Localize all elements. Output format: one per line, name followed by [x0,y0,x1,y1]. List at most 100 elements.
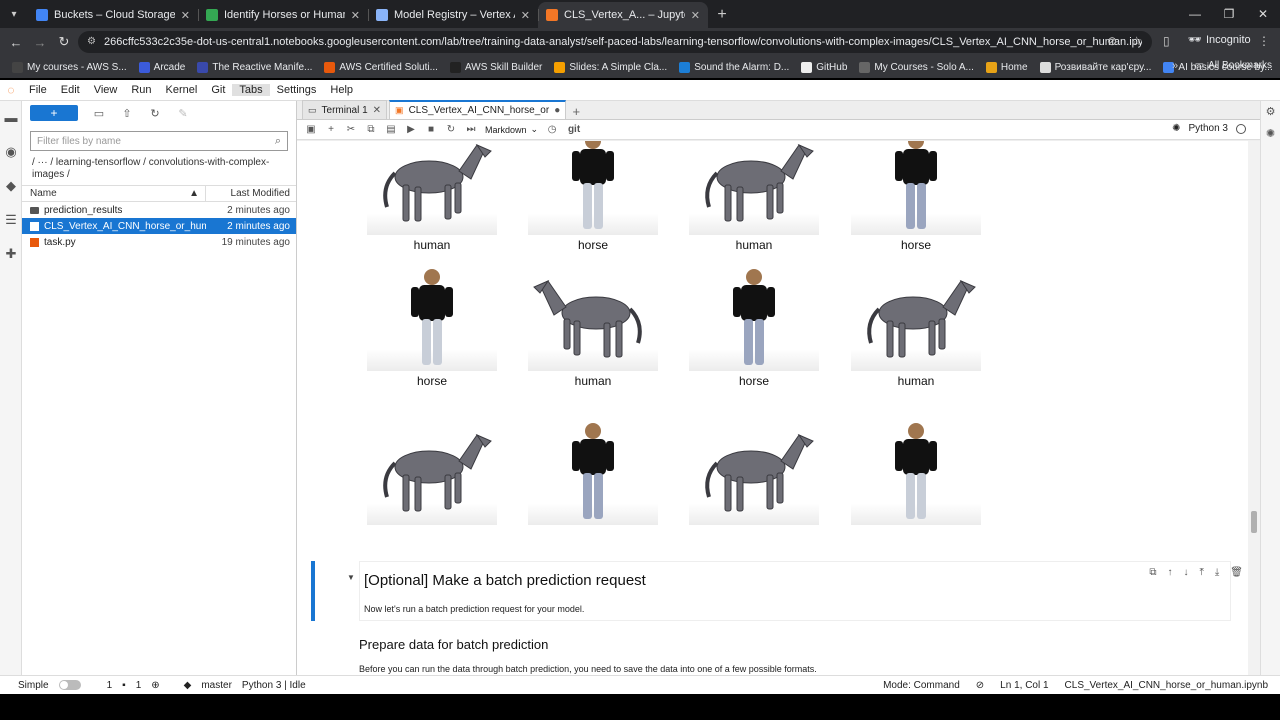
refresh-icon[interactable]: ↻ [148,107,162,120]
document-tab[interactable]: ▭ Terminal 1 ✕ [302,100,388,119]
bookmarks-overflow-icon[interactable]: » [1172,60,1178,72]
close-tab-icon[interactable]: ✕ [181,9,190,22]
bookmark-item[interactable]: My courses - AWS S... [6,61,133,73]
menu-tabs[interactable]: Tabs [232,84,270,96]
bookmark-star-icon[interactable]: ☆ [1131,34,1142,48]
menu-kernel[interactable]: Kernel [159,84,205,96]
close-window-icon[interactable]: ✕ [1246,0,1280,28]
add-tab-button[interactable]: + [568,104,584,119]
cursor-position[interactable]: Ln 1, Col 1 [1000,680,1048,691]
browser-tab[interactable]: Model Registry – Vertex AI – qw ✕ [368,2,538,28]
browser-tab[interactable]: Buckets – Cloud Storage – qwikl ✕ [28,2,198,28]
upload-icon[interactable]: ⇧ [120,107,134,120]
file-row[interactable]: task.py 19 minutes ago [22,234,296,250]
move-down-icon[interactable]: ↓ [1183,567,1188,578]
close-tab-icon[interactable]: ✕ [351,9,360,22]
duplicate-icon[interactable]: ⧉ [1149,567,1156,578]
git-branch[interactable]: master [201,680,232,691]
all-bookmarks[interactable]: ▭ All Bookmarks [1195,60,1272,71]
terminals-count[interactable]: 1 [107,680,113,691]
bookmark-item[interactable]: Sound the Alarm: D... [673,61,795,73]
cell-type-select[interactable]: Markdown ⌄ [485,124,538,135]
close-tab-icon[interactable]: ✕ [691,9,700,22]
bookmark-item[interactable]: Розвивайте кар'єру... [1034,61,1158,73]
menu-run[interactable]: Run [124,84,158,96]
restart-icon[interactable]: ↻ [445,124,457,135]
bookmark-item[interactable]: Home [980,61,1034,73]
close-tab-icon[interactable]: ✕ [521,9,530,22]
simple-mode-toggle[interactable] [58,680,81,690]
minimize-icon[interactable]: — [1178,0,1212,28]
bookmark-item[interactable]: My Courses - Solo A... [853,61,979,73]
bookmark-item[interactable]: Arcade [133,61,192,73]
menu-view[interactable]: View [87,84,125,96]
markdown-cell[interactable]: ▼ [Optional] Make a batch prediction req… [311,561,1243,621]
restore-icon[interactable]: ❐ [1212,0,1246,28]
git-clone-icon[interactable]: ✎ [176,107,190,120]
column-modified[interactable]: Last Modified [206,188,296,199]
tab-search-icon[interactable]: ▾ [0,0,28,28]
close-tab-icon[interactable]: ✕ [373,105,381,116]
insert-below-icon[interactable]: ⤓ [1215,567,1219,578]
back-icon[interactable]: ← [4,35,28,50]
address-bar[interactable]: ⚙ 266cffc533c2c35e-dot-us-central1.noteb… [78,31,1152,53]
forward-icon[interactable]: → [28,35,52,50]
document-tab[interactable]: ▣ CLS_Vertex_AI_CNN_horse_or ● [389,100,567,119]
sort-icon[interactable]: ▲ [189,188,199,199]
menu-help[interactable]: Help [323,84,360,96]
property-inspector-icon[interactable]: ⚙ [1261,101,1280,123]
kernel-status[interactable]: Python 3 | Idle [242,680,306,691]
file-row[interactable]: prediction_results 2 minutes ago [22,202,296,218]
bookmark-item[interactable]: AWS Skill Builder [444,61,548,73]
bookmark-item[interactable]: The Reactive Manife... [191,61,318,73]
clock-icon[interactable]: ◷ [546,124,558,135]
scrollbar[interactable] [1248,141,1260,675]
browser-tab[interactable]: Identify Horses or Humans with ✕ [198,2,368,28]
git-diff-icon[interactable]: git [566,124,582,135]
bookmark-item[interactable]: Slides: A Simple Cla... [548,61,673,73]
notebook-body[interactable]: human horse human horse horse human hors… [297,141,1260,675]
kernels-count[interactable]: 1 [136,680,142,691]
scrollbar-thumb[interactable] [1251,511,1257,533]
file-row[interactable]: CLS_Vertex_AI_CNN_horse_or_human.ip... 2 … [22,218,296,234]
unsaved-dot-icon[interactable]: ● [554,105,560,116]
save-icon[interactable]: ▣ [305,124,317,135]
menu-icon[interactable]: ⋮ [1258,34,1270,48]
column-name[interactable]: Name [30,188,57,199]
bookmark-item[interactable]: GitHub [795,61,853,73]
browser-tab[interactable]: CLS_Vertex_A... – JupyterLab ✕ [538,2,708,28]
breadcrumb[interactable]: / ··· / learning-tensorflow / convolutio… [22,151,296,185]
git-icon[interactable]: ◆ [0,169,22,203]
run-icon[interactable]: ▶ [405,124,417,135]
folder-icon[interactable]: ▬ [0,101,22,135]
insert-cell-icon[interactable]: + [325,124,337,135]
new-folder-icon[interactable]: ▭ [92,107,106,120]
site-info-icon[interactable]: ⚙ [87,36,96,47]
menu-settings[interactable]: Settings [270,84,324,96]
copy-icon[interactable]: ⧉ [365,124,377,135]
file-filter-input[interactable] [37,135,275,147]
menu-edit[interactable]: Edit [54,84,87,96]
bookmark-item[interactable]: AWS Certified Soluti... [318,61,444,73]
cut-icon[interactable]: ✂ [345,124,357,135]
new-launcher-button[interactable]: + [30,105,78,121]
running-icon[interactable]: ◉ [0,135,22,169]
reload-icon[interactable]: ↻ [52,34,76,50]
extensions-icon[interactable]: ✚ [0,237,22,271]
incognito-indicator[interactable]: 🕶 Incognito [1188,33,1251,47]
toc-icon[interactable]: ☰ [0,203,22,237]
new-tab-button[interactable]: + [708,2,736,28]
kernel-indicator[interactable]: ✺ Python 3 [1172,123,1246,134]
run-all-icon[interactable]: ⏭ [465,124,477,135]
stop-icon[interactable]: ■ [425,124,437,135]
debugger-icon[interactable]: ✺ [1261,123,1280,145]
menu-file[interactable]: File [22,84,54,96]
side-panel-icon[interactable]: ▯ [1163,34,1170,48]
move-up-icon[interactable]: ↑ [1167,567,1172,578]
paste-icon[interactable]: ▤ [385,124,397,135]
insert-above-icon[interactable]: ⤒ [1199,567,1203,578]
collapse-icon[interactable]: ▼ [347,573,355,582]
menu-git[interactable]: Git [204,84,232,96]
delete-icon[interactable]: 🗑 [1230,567,1243,578]
bug-icon[interactable]: ✺ [1172,123,1180,134]
